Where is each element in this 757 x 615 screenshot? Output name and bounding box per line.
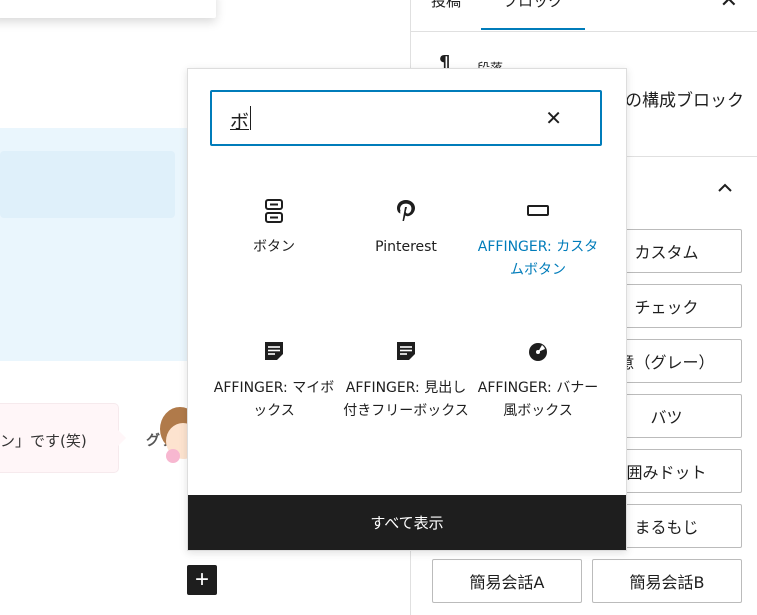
block-item-buttons[interactable]: ボタン [207,198,341,259]
block-search-input[interactable]: ボ ✕ [210,90,602,146]
search-input-value: ボ [230,111,250,133]
block-item-pinterest[interactable]: Pinterest [339,198,473,259]
add-block-button[interactable]: + [187,565,217,595]
banner-box-icon [529,343,547,361]
avatar [160,405,188,471]
clear-search-icon[interactable]: ✕ [545,106,562,130]
sidebar-tabs: 投稿 ブロック ✕ [411,0,757,32]
content-inner-block[interactable] [0,151,175,218]
plus-icon: + [194,566,209,593]
style-button-talk-a[interactable]: 簡易会話A [432,559,582,603]
text-caret [250,106,251,130]
block-item-label: AFFINGER: バナー風ボックス [477,380,599,419]
tab-post[interactable]: 投稿 [431,0,461,11]
style-button-talk-b[interactable]: 簡易会話B [592,559,742,603]
show-all-button[interactable]: すべて表示 [188,495,626,550]
block-item-label: Pinterest [375,239,437,255]
chevron-up-icon[interactable] [717,178,733,197]
pinterest-icon [397,200,415,221]
my-box-icon [265,342,283,360]
block-card-description: の構成ブロック [625,91,744,111]
block-inserter-popover: ボ ✕ ボタン Pinterest AFFINGER: カスタムボタン AFFI… [187,68,627,551]
block-item-label: ボタン [253,239,295,255]
speech-bubble-text: ン」です(笑) [0,432,87,450]
block-item-affinger-banner-box[interactable]: AFFINGER: バナー風ボックス [471,339,605,423]
block-item-label: AFFINGER: カスタムボタン [477,239,599,278]
custom-button-icon [527,205,549,216]
block-item-affinger-custom-button[interactable]: AFFINGER: カスタムボタン [471,198,605,282]
buttons-icon [265,199,283,223]
block-item-affinger-heading-box[interactable]: AFFINGER: 見出し付きフリーボックス [339,339,473,423]
close-icon[interactable]: ✕ [720,0,738,13]
block-item-label: AFFINGER: 見出し付きフリーボックス [343,380,469,419]
block-item-affinger-my-box[interactable]: AFFINGER: マイボックス [207,339,341,423]
heading-box-icon [397,342,415,360]
block-item-label: AFFINGER: マイボックス [213,380,335,419]
tab-block[interactable]: ブロック [481,0,585,30]
block-toolbar-card [0,0,216,18]
